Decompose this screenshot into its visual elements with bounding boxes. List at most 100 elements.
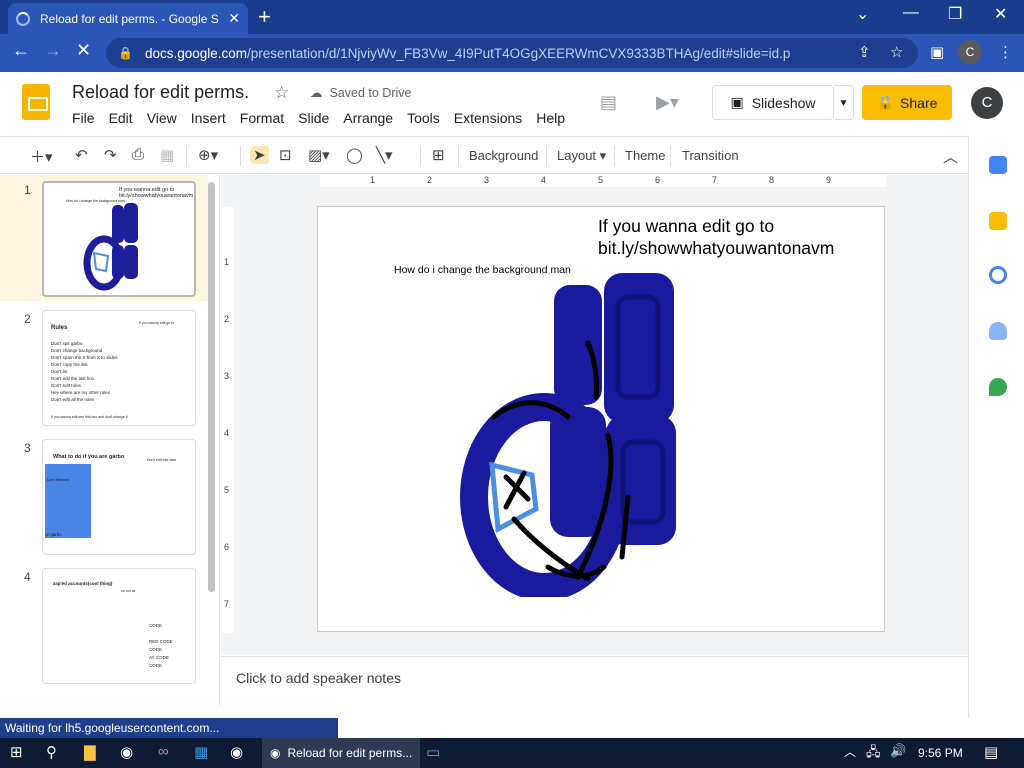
chrome-icon[interactable]: ◉ xyxy=(120,743,133,761)
share-button[interactable]: 🔒 Share xyxy=(862,85,952,120)
slide-thumbnail[interactable]: Rules If you wanna edit go to Don't spit… xyxy=(42,310,196,426)
vertical-ruler: 1 2 3 4 5 6 7 xyxy=(222,207,234,633)
meet-icon[interactable]: ▶▾ xyxy=(656,92,679,113)
menu-extensions[interactable]: Extensions xyxy=(454,110,522,126)
remote-desktop-icon[interactable]: ▭ xyxy=(426,743,440,761)
thumb-title: zap'ed accounts(cool thing) xyxy=(53,581,113,586)
text-box-icon[interactable]: ⊡ xyxy=(279,146,292,164)
menu-tools[interactable]: Tools xyxy=(407,110,440,126)
tasks-icon[interactable] xyxy=(989,266,1007,284)
menu-insert[interactable]: Insert xyxy=(191,110,226,126)
close-tab-icon[interactable]: ✕ xyxy=(228,10,240,27)
clock[interactable]: 9:56 PM xyxy=(918,746,963,760)
stop-loading-icon[interactable]: ✕ xyxy=(76,40,91,61)
comments-icon[interactable]: ▤ xyxy=(600,92,617,113)
address-bar[interactable]: 🔒 docs.google.com/presentation/d/1NjviyW… xyxy=(106,38,918,68)
collapse-toolbar-icon[interactable]: ︿ xyxy=(943,146,958,167)
minimize-icon[interactable]: — xyxy=(903,4,919,22)
theme-button[interactable]: Theme xyxy=(625,148,665,163)
thumb-line: AY CODE xyxy=(149,655,169,660)
document-title[interactable]: Reload for edit perms. xyxy=(72,82,249,103)
saved-status[interactable]: ☁ Saved to Drive xyxy=(310,85,411,100)
store-icon[interactable]: ▦ xyxy=(194,743,208,761)
filmstrip-slide-4[interactable]: 4 zap'ed accounts(cool thing) no not ok … xyxy=(0,562,208,688)
toolbar-divider xyxy=(240,146,241,166)
menu-edit[interactable]: Edit xyxy=(109,110,133,126)
slide-thumbnail[interactable]: zap'ed accounts(cool thing) no not ok CO… xyxy=(42,568,196,684)
horizontal-ruler: 1 2 3 4 5 6 7 8 9 xyxy=(320,175,886,187)
calendar-icon[interactable] xyxy=(989,156,1007,174)
toolbar-divider xyxy=(420,146,421,166)
file-explorer-icon[interactable]: ▇ xyxy=(84,743,96,761)
menu-view[interactable]: View xyxy=(147,110,177,126)
back-icon[interactable]: ← xyxy=(12,40,30,61)
menu-arrange[interactable]: Arrange xyxy=(343,110,393,126)
speaker-notes-placeholder: Click to add speaker notes xyxy=(236,670,401,686)
background-button[interactable]: Background xyxy=(469,148,538,163)
side-panel-icon[interactable]: ▣ xyxy=(930,43,944,61)
transition-button[interactable]: Transition xyxy=(682,148,739,163)
taskbar-active-window[interactable]: ◉ Reload for edit perms... xyxy=(262,738,420,768)
layout-button[interactable]: Layout ▾ xyxy=(557,148,606,164)
slides-header: Reload for edit perms. ☆ ☁ Saved to Driv… xyxy=(0,72,1024,136)
image-icon[interactable]: ▨▾ xyxy=(308,146,330,164)
current-slide[interactable]: If you wanna edit go to bit.ly/showwhaty… xyxy=(317,206,885,632)
browser-menu-icon[interactable]: ⋮ xyxy=(998,43,1013,61)
network-icon[interactable]: 🖧 xyxy=(866,743,881,765)
notifications-icon[interactable]: ▤ xyxy=(984,743,998,761)
restore-icon[interactable]: ❐ xyxy=(948,4,962,24)
redo-icon[interactable]: ↷ xyxy=(104,146,117,164)
slide-thumbnail[interactable]: If you wanna edit go to bit.ly/showwhaty… xyxy=(42,181,196,297)
menu-slide[interactable]: Slide xyxy=(298,110,329,126)
bookmark-star-icon[interactable]: ☆ xyxy=(890,43,903,61)
select-cursor-icon[interactable]: ➤ xyxy=(250,146,269,164)
share-page-icon[interactable]: ⇪ xyxy=(858,43,871,61)
speaker-notes[interactable]: Click to add speaker notes xyxy=(221,656,968,718)
loading-spinner-icon xyxy=(16,11,30,26)
menu-help[interactable]: Help xyxy=(536,110,565,126)
visual-studio-icon[interactable]: ∞ xyxy=(158,743,169,760)
keep-icon[interactable] xyxy=(989,212,1007,230)
star-icon[interactable]: ☆ xyxy=(274,83,289,103)
browser-tab-strip: Reload for edit perms. - Google S ✕ + ⌄ … xyxy=(0,0,1024,34)
shape-icon[interactable]: ◯ xyxy=(346,146,363,164)
zoom-icon[interactable]: ⊕▾ xyxy=(198,146,218,164)
slides-logo-icon[interactable] xyxy=(22,84,50,120)
ruler-tick: 7 xyxy=(712,175,718,185)
slideshow-dropdown-icon[interactable]: ▼ xyxy=(834,85,854,120)
new-slide-icon[interactable]: ＋▾ xyxy=(30,146,53,167)
maps-icon[interactable] xyxy=(989,378,1007,396)
menu-file[interactable]: File xyxy=(72,110,95,126)
account-avatar[interactable]: C xyxy=(971,87,1003,119)
print-icon[interactable]: ⎙ xyxy=(132,146,144,163)
volume-icon[interactable]: 🔊 xyxy=(890,743,906,759)
ruler-tick: 2 xyxy=(224,314,230,324)
filmstrip-slide-2[interactable]: 2 Rules If you wanna edit go to Don't sp… xyxy=(0,304,208,430)
menu-format[interactable]: Format xyxy=(240,110,284,126)
chrome-icon[interactable]: ◉ xyxy=(230,743,243,761)
profile-avatar[interactable]: C xyxy=(958,40,982,64)
tray-chevron-icon[interactable]: ︿ xyxy=(844,743,856,760)
scribble-drawing[interactable] xyxy=(458,267,688,597)
slide-filmstrip: 1 If you wanna edit go to bit.ly/showwha… xyxy=(0,175,220,705)
add-comment-icon[interactable]: ⊞ xyxy=(432,146,445,164)
lock-icon[interactable]: 🔒 xyxy=(118,46,133,60)
slide-title-textbox[interactable]: If you wanna edit go to bit.ly/showwhaty… xyxy=(598,215,883,259)
new-tab-icon[interactable]: + xyxy=(258,4,271,30)
filmstrip-scrollbar[interactable] xyxy=(208,182,215,592)
tab-search-icon[interactable]: ⌄ xyxy=(856,4,869,24)
search-icon[interactable]: ⚲ xyxy=(46,743,57,761)
slide-thumbnail[interactable]: What to do if you are garbo Don't edit t… xyxy=(42,439,196,555)
contacts-icon[interactable] xyxy=(989,322,1007,340)
close-window-icon[interactable]: ✕ xyxy=(994,4,1007,24)
slide-title-line: If you wanna edit go to xyxy=(598,216,775,236)
browser-tab[interactable]: Reload for edit perms. - Google S ✕ xyxy=(8,3,248,34)
forward-icon[interactable]: → xyxy=(44,40,62,61)
filmstrip-slide-1[interactable]: 1 If you wanna edit go to bit.ly/showwha… xyxy=(0,175,208,301)
windows-start-icon[interactable]: ⊞ xyxy=(10,743,23,761)
slideshow-button[interactable]: ▣ Slideshow xyxy=(712,85,834,120)
filmstrip-slide-3[interactable]: 3 What to do if you are garbo Don't edit… xyxy=(0,433,208,559)
paint-format-icon[interactable]: ▦ xyxy=(160,146,174,164)
undo-icon[interactable]: ↶ xyxy=(75,146,88,164)
line-icon[interactable]: ╲▾ xyxy=(376,146,393,164)
